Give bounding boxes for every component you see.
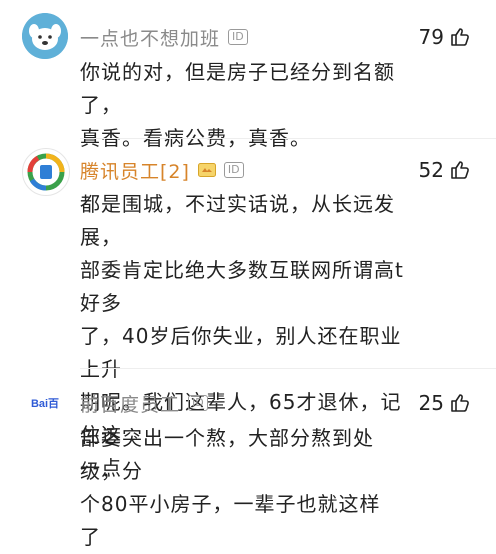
username[interactable]: 前百度员工: [80, 390, 180, 417]
comment-line: 都是围城，不过实话说，从长远发展，: [80, 192, 395, 249]
divider: [80, 368, 496, 369]
like-button[interactable]: 52: [419, 155, 470, 185]
comment-line: 部委突出一个熬，大部分熬到处级，分: [80, 426, 374, 483]
username-row: 腾讯员工[2] ID: [80, 155, 244, 185]
username-row: 前百度员工 ID: [80, 388, 208, 418]
user-avatar[interactable]: [22, 148, 70, 196]
comment-text: 部委突出一个熬，大部分熬到处级，分 个80平小房子，一辈子也就这样了: [80, 422, 400, 554]
comment-line: 你说的对，但是房子已经分到名额了，: [80, 60, 395, 117]
username[interactable]: 腾讯员工[2]: [80, 157, 190, 184]
thumbs-up-icon: [451, 28, 469, 46]
like-count: 52: [418, 158, 444, 182]
user-avatar[interactable]: [22, 13, 68, 59]
like-button[interactable]: 25: [419, 388, 470, 418]
like-button[interactable]: 79: [419, 22, 470, 52]
like-count: 79: [418, 25, 444, 49]
comment-line: 部委肯定比绝大多数互联网所谓高t好多: [80, 258, 404, 315]
user-avatar[interactable]: Bai百: [22, 380, 68, 426]
id-badge: ID: [228, 29, 248, 45]
id-badge: ID: [223, 162, 244, 178]
tencent-news-icon: [27, 153, 65, 191]
comment-line: 了，40岁后你失业，别人还在职业上升: [80, 324, 402, 381]
baidu-logo-icon: Bai百: [30, 398, 60, 410]
comment-text: 你说的对，但是房子已经分到名额了， 真香。看病公费，真香。: [80, 56, 400, 155]
thumbs-up-icon: [451, 394, 469, 412]
divider: [80, 138, 496, 139]
username[interactable]: 一点也不想加班: [80, 24, 220, 51]
id-badge: ID: [188, 395, 208, 411]
like-count: 25: [418, 391, 444, 415]
dog-avatar-icon: [22, 13, 68, 59]
vip-badge-icon: [197, 163, 216, 177]
thumbs-up-icon: [451, 161, 469, 179]
username-row: 一点也不想加班 ID: [80, 22, 248, 52]
